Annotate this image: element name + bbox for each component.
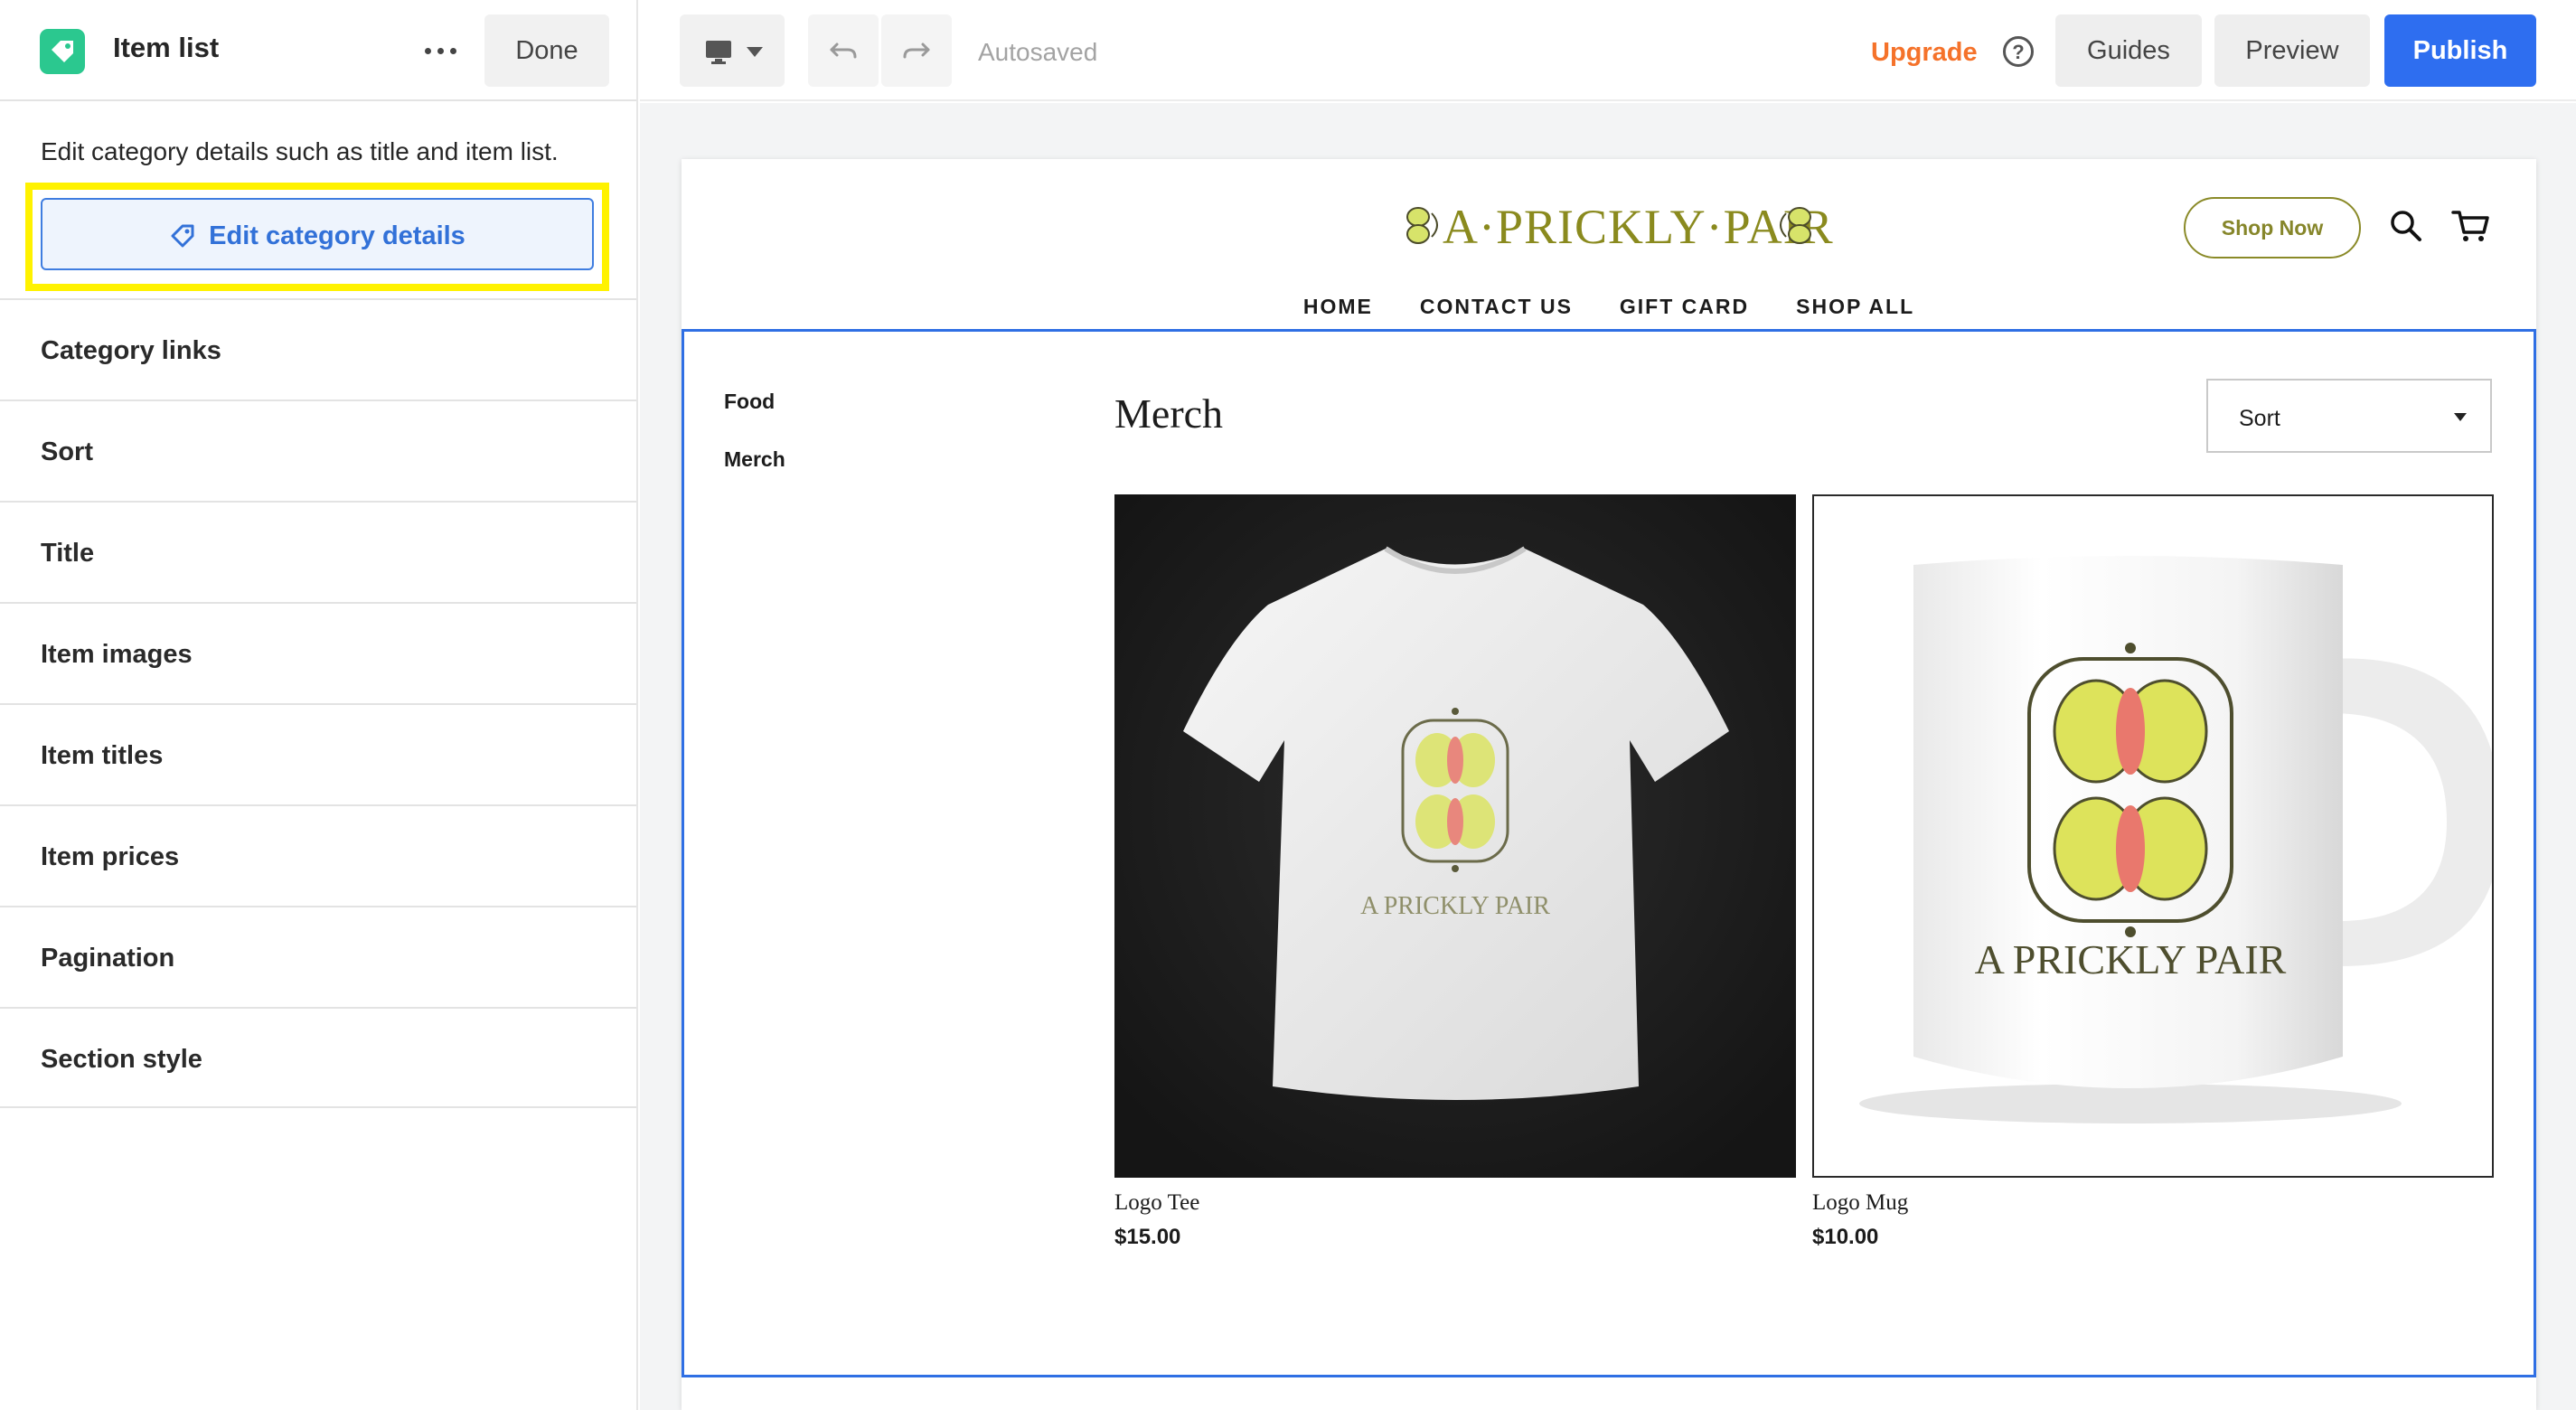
edit-category-details-label: Edit category details: [209, 221, 465, 250]
desktop-monitor-icon: [705, 40, 732, 70]
undo-button[interactable]: [808, 14, 879, 87]
device-preview-dropdown[interactable]: [680, 14, 785, 87]
panel-item-item-images[interactable]: Item images: [0, 602, 636, 703]
shop-now-label: Shop Now: [2221, 216, 2324, 240]
panel-item-category-links[interactable]: Category links: [0, 298, 636, 400]
help-glyph: ?: [2012, 41, 2025, 63]
product-price: $15.00: [1114, 1225, 1181, 1249]
product-image-logo-mug[interactable]: A PRICKLY PAIR: [1812, 494, 2494, 1178]
site-header[interactable]: A·PRICKLY·PAIR Shop Now HOME CONTACT US …: [682, 159, 2536, 329]
search-icon[interactable]: [2388, 208, 2424, 249]
panel-item-pagination[interactable]: Pagination: [0, 906, 636, 1007]
preview-button[interactable]: Preview: [2214, 14, 2370, 87]
guides-button-label: Guides: [2087, 36, 2170, 65]
nav-link-shop-all[interactable]: SHOP ALL: [1796, 295, 1914, 319]
caret-down-icon: [2454, 413, 2467, 421]
panel-item-label: Section style: [41, 1045, 202, 1074]
editor-toolbar: Autosaved Upgrade ? Guides Preview Publi…: [640, 0, 2576, 101]
shopping-cart-icon[interactable]: [2451, 208, 2491, 249]
sort-dropdown[interactable]: Sort: [2206, 379, 2492, 453]
tag-icon: [40, 29, 85, 74]
redo-button[interactable]: [881, 14, 952, 87]
product-card[interactable]: A PRICKLY PAIR Logo Tee $15.00: [1114, 494, 1796, 1250]
publish-button-label: Publish: [2412, 36, 2508, 65]
panel-item-item-prices[interactable]: Item prices: [0, 804, 636, 906]
edit-category-details-button[interactable]: Edit category details: [41, 198, 594, 270]
nav-link-contact-us[interactable]: CONTACT US: [1420, 295, 1573, 319]
panel-item-label: Item images: [41, 640, 193, 669]
product-card[interactable]: A PRICKLY PAIR Logo Mug $10.00: [1812, 494, 2494, 1250]
guides-button[interactable]: Guides: [2055, 14, 2202, 87]
pear-ornament-icon: [1772, 204, 1813, 250]
panel-item-label: Item titles: [41, 741, 164, 770]
publish-button[interactable]: Publish: [2384, 14, 2536, 87]
preview-button-label: Preview: [2245, 36, 2339, 65]
sort-dropdown-value: Sort: [2239, 406, 2280, 431]
category-title: Merch: [1114, 390, 1224, 437]
pear-ornament-icon: [1405, 204, 1446, 250]
done-button[interactable]: Done: [484, 14, 609, 87]
site-preview-frame: A·PRICKLY·PAIR Shop Now HOME CONTACT US …: [682, 159, 2536, 1410]
panel-header: Item list Done: [0, 0, 636, 101]
panel-item-label: Title: [41, 539, 95, 568]
editor-side-panel: Item list Done Edit category details suc…: [0, 0, 638, 1410]
panel-item-section-style[interactable]: Section style: [0, 1007, 636, 1108]
nav-link-gift-card[interactable]: GIFT CARD: [1620, 295, 1749, 319]
panel-item-label: Sort: [41, 437, 93, 466]
panel-item-label: Pagination: [41, 944, 175, 973]
product-title[interactable]: Logo Mug: [1812, 1190, 2494, 1216]
product-title[interactable]: Logo Tee: [1114, 1190, 1796, 1216]
panel-title: Item list: [113, 32, 220, 63]
tag-outline-icon: [169, 222, 196, 257]
panel-item-label: Item prices: [41, 842, 180, 871]
product-image-logo-tee[interactable]: A PRICKLY PAIR: [1114, 494, 1796, 1178]
item-list-section[interactable]: Food Merch Merch Sort A PRICKLY PAIR Log…: [682, 329, 2536, 1377]
more-options-icon[interactable]: [414, 24, 468, 78]
chevron-down-icon: [747, 47, 763, 57]
panel-options-list: Category links Sort Title Item images It…: [0, 298, 636, 1108]
site-navigation: HOME CONTACT US GIFT CARD SHOP ALL: [682, 295, 2536, 319]
panel-item-sort[interactable]: Sort: [0, 400, 636, 501]
panel-item-item-titles[interactable]: Item titles: [0, 703, 636, 804]
panel-item-title[interactable]: Title: [0, 501, 636, 602]
tee-print-text: A PRICKLY PAIR: [1360, 892, 1550, 920]
upgrade-link[interactable]: Upgrade: [1871, 38, 1978, 68]
product-price: $10.00: [1812, 1225, 1879, 1249]
done-button-label: Done: [515, 36, 578, 65]
mug-print-text: A PRICKLY PAIR: [1975, 936, 2287, 982]
panel-item-label: Category links: [41, 336, 221, 365]
category-link-food[interactable]: Food: [724, 390, 785, 447]
nav-link-home[interactable]: HOME: [1303, 295, 1373, 319]
help-icon[interactable]: ?: [2003, 36, 2034, 67]
category-link-merch[interactable]: Merch: [724, 447, 785, 505]
shop-now-button[interactable]: Shop Now: [2184, 197, 2361, 258]
category-links: Food Merch: [724, 390, 785, 505]
brand-logo[interactable]: A·PRICKLY·PAIR: [1405, 197, 1833, 255]
panel-description: Edit category details such as title and …: [41, 137, 559, 165]
autosave-status: Autosaved: [978, 38, 1098, 66]
editor-canvas: A·PRICKLY·PAIR Shop Now HOME CONTACT US …: [640, 103, 2576, 1410]
